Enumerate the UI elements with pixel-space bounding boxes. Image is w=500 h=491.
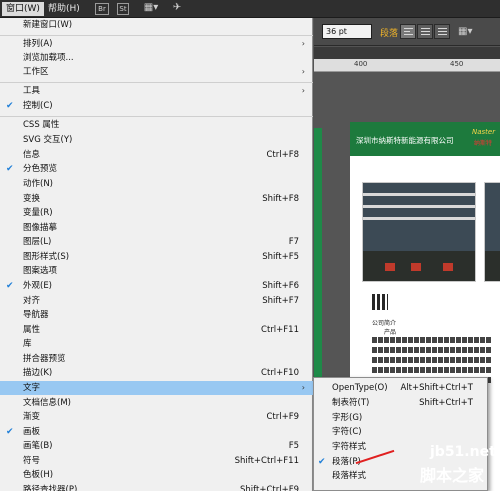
menu-item-tools[interactable]: 工具 › [0,84,313,98]
grid-icon[interactable]: ▦▾ [458,26,472,37]
section-subtitle: 产品 [384,329,397,336]
submenu-item-tabs[interactable]: 制表符(T) Shift+Ctrl+T [314,396,487,410]
menu-item-gradient[interactable]: 渐变 Ctrl+F9 [0,410,313,424]
factory-photo [362,182,476,282]
menu-item-pathfinder[interactable]: 路径查找器(P) Shift+Ctrl+F9 [0,483,313,491]
menu-window[interactable]: 窗口(W) [2,2,44,16]
chevron-right-icon: › [301,86,305,95]
menu-item-navigator[interactable]: 导航器 [0,308,313,322]
bridge-icon[interactable]: Br [95,3,109,15]
checkmark-icon: ✔ [6,281,14,291]
control-bar: 36 pt 段落 ▦▾ [314,18,500,46]
menu-separator [0,35,313,36]
align-left-button[interactable] [400,24,416,39]
menu-item-attributes[interactable]: 属性 Ctrl+F11 [0,323,313,337]
checkmark-icon: ✔ [6,164,14,174]
menu-item-separations-preview[interactable]: ✔ 分色预览 [0,162,313,176]
menu-item-brushes[interactable]: 画笔(B) F5 [0,439,313,453]
placeholder-text-line [372,347,492,353]
chevron-right-icon: › [301,67,305,76]
stock-icon[interactable]: St [117,3,129,15]
menu-item-actions[interactable]: 动作(N) [0,177,313,191]
menu-item-new-window[interactable]: 新建窗口(W) [0,18,313,32]
horizontal-ruler: 400 450 [314,59,500,72]
factory-photo-2 [484,182,500,282]
menu-item-flattener-preview[interactable]: 拼合器预览 [0,352,313,366]
menu-item-arrange[interactable]: 排列(A) › [0,37,313,51]
checkmark-icon: ✔ [318,457,326,467]
menu-item-type[interactable]: 文字 › [0,381,313,395]
ruler-tick: 450 [450,60,464,68]
gpu-performance-icon[interactable]: ✈ [170,3,184,15]
menu-item-control[interactable]: ✔ 控制(C) [0,99,313,113]
logo-subtitle: 纳斯特 [474,140,493,147]
menu-separator [0,82,313,83]
watermark-title: 脚本之家 [420,466,485,485]
menu-item-browse-addons[interactable]: 浏览加载项... [0,51,313,65]
menu-item-pattern-options[interactable]: 图案选项 [0,264,313,278]
company-name: 深圳市纳斯特新能源有限公司 [356,136,454,145]
submenu-item-character[interactable]: 字符(C) [314,425,487,439]
menu-item-info[interactable]: 信息 Ctrl+F8 [0,148,313,162]
submenu-item-glyphs[interactable]: 字形(G) [314,411,487,425]
ruler-tick: 400 [354,60,368,68]
checkmark-icon: ✔ [6,427,14,437]
menu-item-swatches[interactable]: 色板(H) [0,468,313,482]
watermark-url: jb51.net [430,444,496,460]
menu-item-document-info[interactable]: 文档信息(M) [0,396,313,410]
arrange-documents-icon[interactable]: ▦▾ [140,3,162,15]
placeholder-text-line [372,357,492,363]
logo: Naster [472,128,496,136]
menu-item-symbols[interactable]: 符号 Shift+Ctrl+F11 [0,454,313,468]
menu-item-svg-interactivity[interactable]: SVG 交互(Y) [0,133,313,147]
menu-item-workspace[interactable]: 工作区 › [0,65,313,79]
font-size-field[interactable]: 36 pt [322,24,372,39]
window-menu: 新建窗口(W) 排列(A) › 浏览加载项... 工作区 › 工具 › ✔ 控制… [0,18,313,491]
menu-item-stroke[interactable]: 描边(K) Ctrl+F10 [0,366,313,380]
menu-help[interactable]: 帮助(H) [44,2,84,16]
menubar: 窗口(W) 帮助(H) Br St ▦▾ ✈ [0,0,500,18]
menu-item-libraries[interactable]: 库 [0,337,313,351]
document-header: 深圳市纳斯特新能源有限公司 Naster 纳斯特 [350,122,500,156]
menu-item-align[interactable]: 对齐 Shift+F7 [0,294,313,308]
document-tab-bar [314,47,500,59]
menu-item-image-trace[interactable]: 图像描摹 [0,221,313,235]
submenu-item-opentype[interactable]: OpenType(O) Alt+Shift+Ctrl+T [314,381,487,395]
section-title: 公司简介 [372,320,397,327]
paragraph-link[interactable]: 段落 [380,26,398,39]
placeholder-text-line [372,337,492,343]
checkmark-icon: ✔ [6,101,14,111]
menu-item-variables[interactable]: 变量(R) [0,206,313,220]
menu-item-appearance[interactable]: ✔ 外观(E) Shift+F6 [0,279,313,293]
align-center-button[interactable] [417,24,433,39]
menu-item-transform[interactable]: 变换 Shift+F8 [0,192,313,206]
qr-code [372,294,388,310]
placeholder-text-line [372,367,492,373]
menu-item-graphic-styles[interactable]: 图形样式(S) Shift+F5 [0,250,313,264]
chevron-right-icon: › [301,383,305,392]
chevron-right-icon: › [301,39,305,48]
align-right-button[interactable] [434,24,450,39]
menu-separator [0,116,313,117]
menu-item-artboards[interactable]: ✔ 画板 [0,425,313,439]
menu-item-layers[interactable]: 图层(L) F7 [0,235,313,249]
menu-item-css-properties[interactable]: CSS 属性 [0,118,313,132]
